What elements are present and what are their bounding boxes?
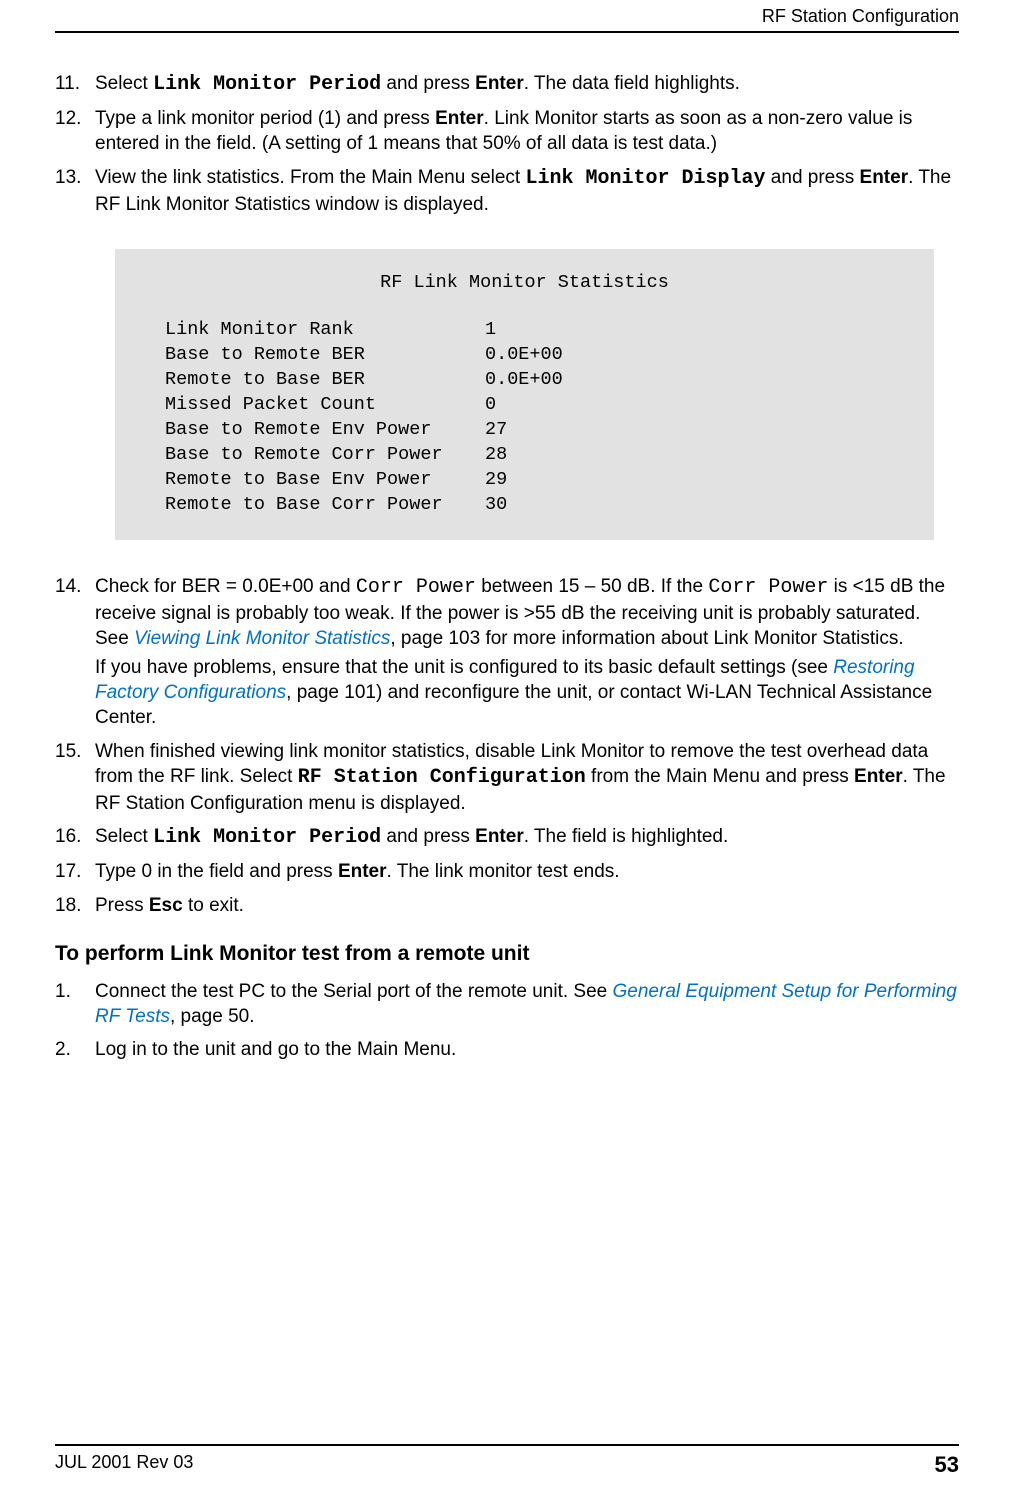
step-body: Select Link Monitor Period and press Ent… [95,824,959,851]
step-body: View the link statistics. From the Main … [95,165,959,217]
steps-list-a: 11.Select Link Monitor Period and press … [55,71,959,217]
stats-label: Link Monitor Rank [165,318,485,343]
step-item: 11.Select Link Monitor Period and press … [55,71,959,98]
step-number: 13. [55,165,95,217]
stats-row: Remote to Base BER0.0E+00 [137,368,912,393]
steps-list-b: 14.Check for BER = 0.0E+00 and Corr Powe… [55,574,959,918]
header-rule [55,31,959,33]
stats-value: 0.0E+00 [485,368,563,393]
step-extra-para: If you have problems, ensure that the un… [95,655,959,730]
step-item: 13.View the link statistics. From the Ma… [55,165,959,217]
stats-row: Base to Remote Env Power27 [137,418,912,443]
stats-value: 0 [485,393,496,418]
header-title: RF Station Configuration [762,6,959,26]
stats-value: 28 [485,443,507,468]
stats-value: 30 [485,493,507,518]
box-title: RF Link Monitor Statistics [137,271,912,296]
step-body: When finished viewing link monitor stati… [95,739,959,817]
cross-reference-link[interactable]: Viewing Link Monitor Statistics [134,628,390,649]
content: 11.Select Link Monitor Period and press … [55,71,959,1063]
steps-list-c: 1.Connect the test PC to the Serial port… [55,979,959,1062]
step-number: 11. [55,71,95,98]
step-body: Select Link Monitor Period and press Ent… [95,71,959,98]
page-footer: JUL 2001 Rev 03 53 [55,1444,959,1478]
step-number: 17. [55,859,95,884]
stats-value: 29 [485,468,507,493]
step-number: 1. [55,979,95,1029]
step-item: 15.When finished viewing link monitor st… [55,739,959,817]
stats-label: Base to Remote Corr Power [165,443,485,468]
step-body: Connect the test PC to the Serial port o… [95,979,959,1029]
stats-row: Base to Remote BER0.0E+00 [137,343,912,368]
stats-row: Base to Remote Corr Power28 [137,443,912,468]
stats-row: Missed Packet Count0 [137,393,912,418]
stats-label: Remote to Base Env Power [165,468,485,493]
step-number: 14. [55,574,95,731]
step-item: 12.Type a link monitor period (1) and pr… [55,106,959,156]
step-body: Log in to the unit and go to the Main Me… [95,1037,959,1062]
step-item: 17.Type 0 in the field and press Enter. … [55,859,959,884]
stats-value: 0.0E+00 [485,343,563,368]
step-number: 12. [55,106,95,156]
stats-row: Remote to Base Corr Power30 [137,493,912,518]
step-number: 16. [55,824,95,851]
section-subhead: To perform Link Monitor test from a remo… [55,940,959,968]
step-item: 16.Select Link Monitor Period and press … [55,824,959,851]
stats-label: Remote to Base BER [165,368,485,393]
stats-label: Remote to Base Corr Power [165,493,485,518]
stats-value: 27 [485,418,507,443]
stats-label: Base to Remote Env Power [165,418,485,443]
step-body: Press Esc to exit. [95,893,959,918]
step-item: 1.Connect the test PC to the Serial port… [55,979,959,1029]
page-header: RF Station Configuration [55,0,959,31]
footer-revision: JUL 2001 Rev 03 [55,1452,193,1478]
statistics-box: RF Link Monitor Statistics Link Monitor … [115,249,934,540]
step-item: 2.Log in to the unit and go to the Main … [55,1037,959,1062]
step-body: Type a link monitor period (1) and press… [95,106,959,156]
step-body: Check for BER = 0.0E+00 and Corr Power b… [95,574,959,731]
step-number: 2. [55,1037,95,1062]
step-body: Type 0 in the field and press Enter. The… [95,859,959,884]
stats-row: Remote to Base Env Power29 [137,468,912,493]
stats-row: Link Monitor Rank1 [137,318,912,343]
step-item: 18.Press Esc to exit. [55,893,959,918]
stats-label: Missed Packet Count [165,393,485,418]
step-number: 18. [55,893,95,918]
stats-label: Base to Remote BER [165,343,485,368]
step-number: 15. [55,739,95,817]
footer-page-number: 53 [935,1452,959,1478]
step-item: 14.Check for BER = 0.0E+00 and Corr Powe… [55,574,959,731]
stats-value: 1 [485,318,496,343]
